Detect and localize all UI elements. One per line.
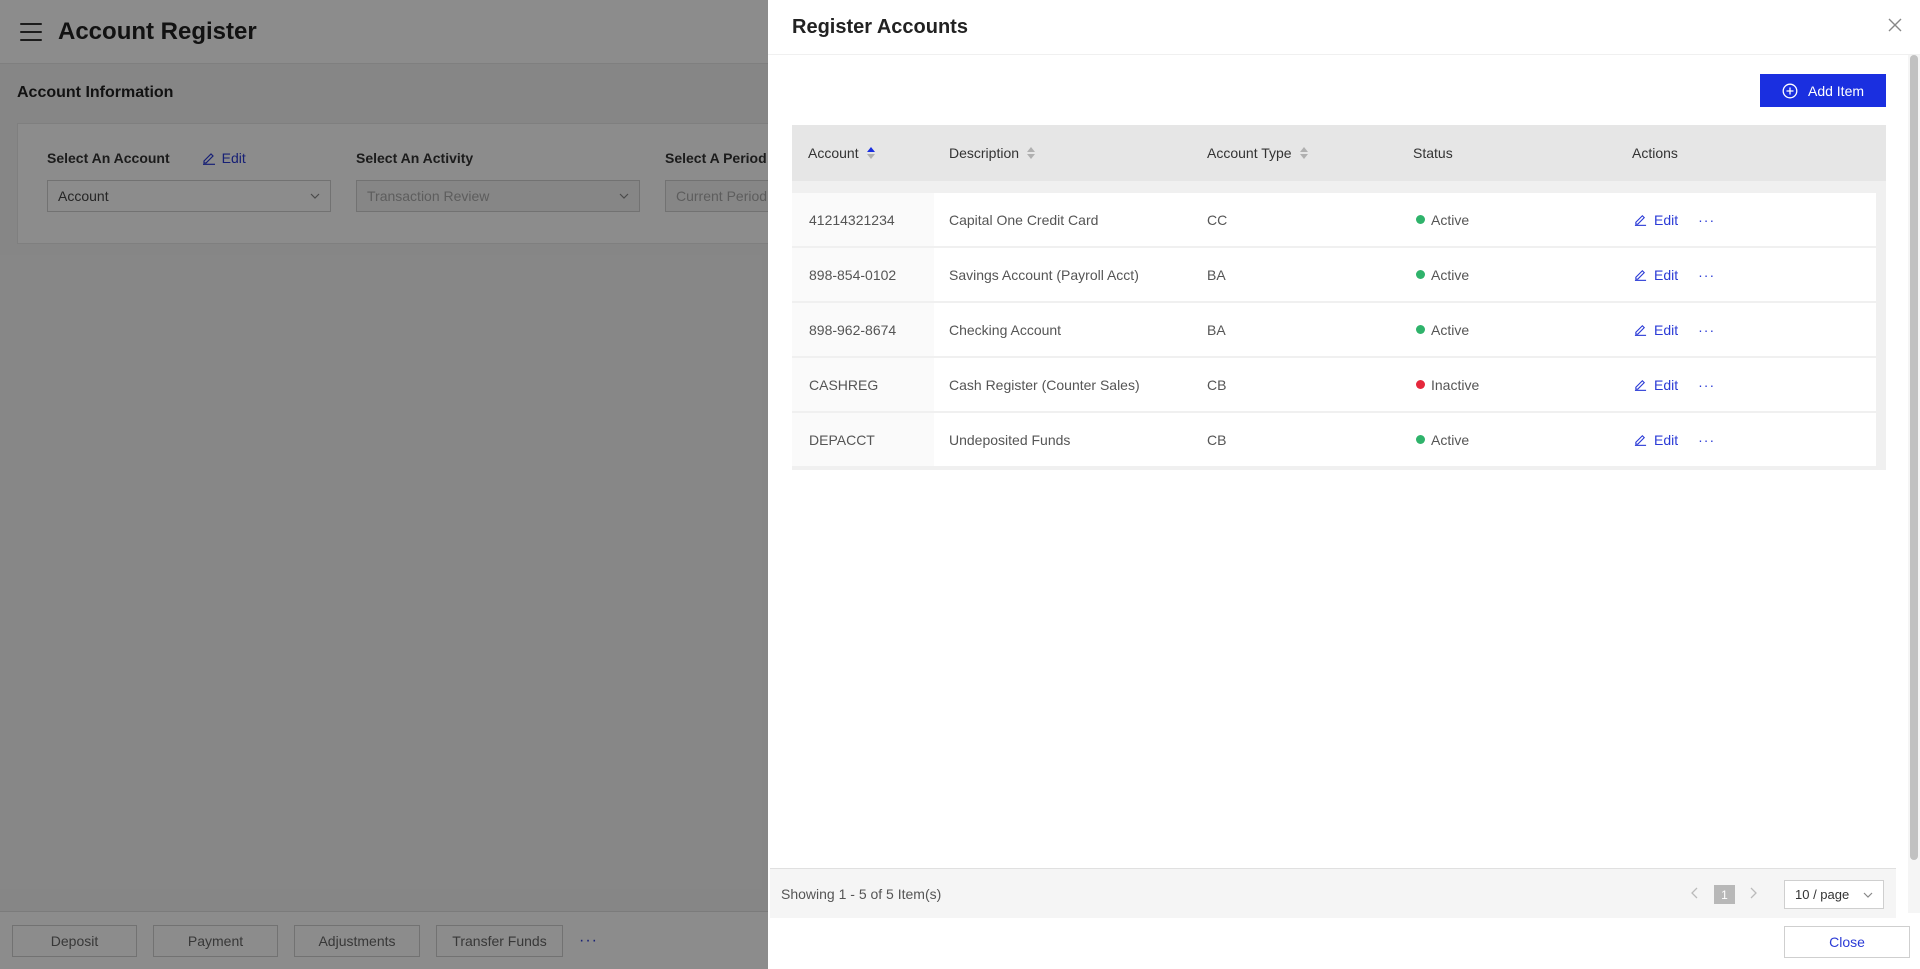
status-label: Inactive	[1431, 376, 1480, 393]
status-cell: Inactive	[1398, 358, 1617, 411]
status-label: Active	[1431, 211, 1470, 228]
column-header-account-type[interactable]: Account Type	[1192, 125, 1398, 181]
actions-cell: Edit ···	[1617, 303, 1876, 356]
page-size-value: 10 / page	[1795, 887, 1850, 902]
sort-icon[interactable]	[1299, 147, 1308, 159]
actions-cell: Edit ···	[1617, 413, 1876, 466]
table-body: 41214321234 Capital One Credit Card CC A…	[792, 181, 1886, 470]
description-cell: Checking Account	[949, 321, 1062, 338]
row-more-button[interactable]: ···	[1698, 267, 1715, 283]
description-cell: Savings Account (Payroll Acct)	[949, 266, 1139, 283]
status-active-dot	[1416, 270, 1425, 279]
account-cell: CASHREG	[792, 358, 934, 411]
table-header: Account Description Account Type Status …	[792, 125, 1886, 181]
drawer-title: Register Accounts	[792, 15, 968, 38]
description-cell: Capital One Credit Card	[949, 211, 1099, 228]
column-header-description[interactable]: Description	[934, 125, 1192, 181]
table-row: CASHREG Cash Register (Counter Sales) CB…	[792, 358, 1876, 411]
row-edit-label: Edit	[1654, 321, 1679, 338]
close-icon[interactable]	[1887, 17, 1903, 33]
scroll-thumb[interactable]	[1910, 55, 1918, 860]
column-header-account[interactable]: Account	[792, 125, 934, 181]
table-row: DEPACCT Undeposited Funds CB Active Edit…	[792, 413, 1876, 466]
status-cell: Active	[1398, 248, 1617, 301]
account-cell: 898-962-8674	[792, 303, 934, 356]
status-cell: Active	[1398, 193, 1617, 246]
table-row: 41214321234 Capital One Credit Card CC A…	[792, 193, 1876, 246]
close-button[interactable]: Close	[1784, 926, 1910, 958]
table-row: 898-962-8674 Checking Account BA Active …	[792, 303, 1876, 356]
chevron-right-icon[interactable]	[1748, 886, 1758, 900]
account-cell: 898-854-0102	[792, 248, 934, 301]
row-edit-button[interactable]: Edit	[1634, 267, 1678, 283]
column-label: Description	[949, 145, 1020, 161]
column-header-status: Status	[1398, 125, 1617, 181]
column-label: Actions	[1632, 145, 1678, 161]
accounts-table: Account Description Account Type Status …	[792, 125, 1886, 470]
chevron-left-icon[interactable]	[1690, 886, 1700, 900]
description-cell: Cash Register (Counter Sales)	[949, 376, 1140, 393]
type-cell: BA	[1207, 266, 1226, 283]
pencil-icon	[1634, 434, 1647, 446]
pencil-icon	[1634, 269, 1647, 281]
add-item-button[interactable]: Add Item	[1760, 74, 1886, 107]
status-cell: Active	[1398, 303, 1617, 356]
row-edit-button[interactable]: Edit	[1634, 432, 1678, 448]
status-active-dot	[1416, 215, 1425, 224]
column-label: Status	[1413, 145, 1453, 161]
account-cell: 41214321234	[792, 193, 934, 246]
actions-cell: Edit ···	[1617, 248, 1876, 301]
type-cell: CB	[1207, 431, 1227, 448]
row-edit-label: Edit	[1654, 266, 1679, 283]
status-cell: Active	[1398, 413, 1617, 466]
row-more-button[interactable]: ···	[1698, 432, 1715, 448]
status-label: Active	[1431, 321, 1470, 338]
actions-cell: Edit ···	[1617, 193, 1876, 246]
register-accounts-drawer: Register Accounts Add Item Account Descr…	[768, 0, 1920, 969]
add-item-label: Add Item	[1807, 82, 1865, 99]
pencil-icon	[1634, 324, 1647, 336]
drawer-header: Register Accounts	[768, 0, 1920, 55]
pencil-icon	[1634, 214, 1647, 226]
row-edit-label: Edit	[1654, 211, 1679, 228]
column-header-actions: Actions	[1617, 125, 1886, 181]
column-label: Account	[808, 145, 859, 161]
row-more-button[interactable]: ···	[1698, 377, 1715, 393]
row-edit-button[interactable]: Edit	[1634, 212, 1678, 228]
page-size-select[interactable]: 10 / page	[1784, 880, 1884, 909]
row-edit-button[interactable]: Edit	[1634, 322, 1678, 338]
status-active-dot	[1416, 435, 1425, 444]
status-active-dot	[1416, 325, 1425, 334]
sort-icon[interactable]	[1027, 147, 1036, 159]
row-edit-label: Edit	[1654, 376, 1679, 393]
chevron-down-icon	[1863, 892, 1873, 898]
status-inactive-dot	[1416, 380, 1425, 389]
sort-icon[interactable]	[866, 147, 875, 159]
row-more-button[interactable]: ···	[1698, 322, 1715, 338]
type-cell: CB	[1207, 376, 1227, 393]
row-edit-label: Edit	[1654, 431, 1679, 448]
scrollbar[interactable]	[1908, 55, 1920, 913]
account-cell: DEPACCT	[792, 413, 934, 466]
type-cell: CC	[1207, 211, 1228, 228]
status-label: Active	[1431, 266, 1470, 283]
actions-cell: Edit ···	[1617, 358, 1876, 411]
pagination-summary: Showing 1 - 5 of 5 Item(s)	[781, 885, 942, 902]
page-number-button[interactable]: 1	[1714, 885, 1735, 904]
type-cell: BA	[1207, 321, 1226, 338]
pencil-icon	[1634, 379, 1647, 391]
table-row: 898-854-0102 Savings Account (Payroll Ac…	[792, 248, 1876, 301]
row-edit-button[interactable]: Edit	[1634, 377, 1678, 393]
status-label: Active	[1431, 431, 1470, 448]
pagination-bar: Showing 1 - 5 of 5 Item(s) 1 10 / page	[770, 868, 1896, 918]
description-cell: Undeposited Funds	[949, 431, 1071, 448]
column-label: Account Type	[1207, 145, 1292, 161]
row-more-button[interactable]: ···	[1698, 212, 1715, 228]
plus-circle-icon	[1782, 83, 1798, 98]
